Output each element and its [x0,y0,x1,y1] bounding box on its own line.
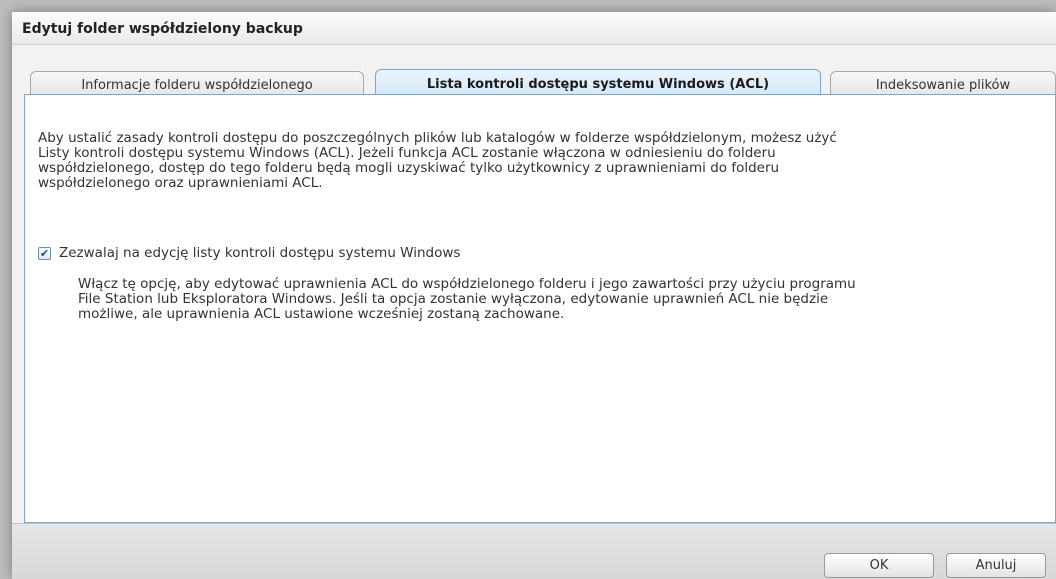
acl-tab-panel: Aby ustalić zasady kontroli dostępu do p… [24,94,1056,523]
acl-description: Aby ustalić zasady kontroli dostępu do p… [38,130,837,191]
acl-enable-checkbox[interactable]: ✔ [38,246,51,260]
tab-strip: Informacje folderu współdzielonego Lista… [12,45,1056,99]
dialog-titlebar: Edytuj folder współdzielony backup [12,12,1056,45]
edit-shared-folder-dialog: Edytuj folder współdzielony backup Infor… [12,12,1056,579]
cancel-button[interactable]: Anuluj [946,553,1046,578]
dialog-title: Edytuj folder współdzielony backup [22,21,303,37]
acl-enable-label[interactable]: Zezwalaj na edycję listy kontroli dostęp… [59,245,460,261]
acl-option-description: Włącz tę opcję, aby edytować uprawnienia… [78,276,856,322]
ok-button[interactable]: OK [824,553,934,578]
dialog-footer: OK Anuluj [12,523,1056,579]
acl-option-row[interactable]: ✔ Zezwalaj na edycję listy kontroli dost… [38,245,460,261]
